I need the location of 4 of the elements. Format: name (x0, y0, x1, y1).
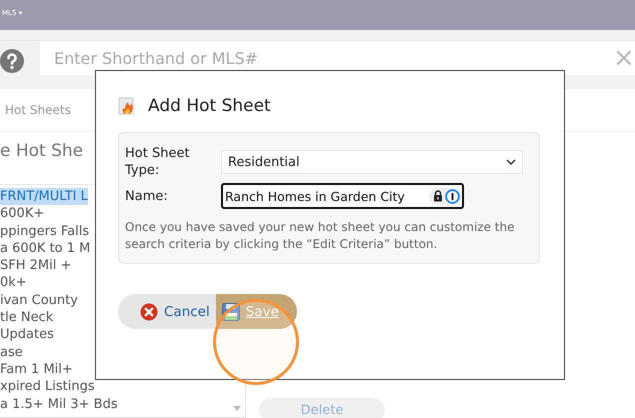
field-label: Name: (125, 188, 169, 204)
dialog-title: Add Hot Sheet (148, 96, 271, 116)
field-label: Hot Sheet Type: (125, 145, 191, 179)
page-heading: e Hot She (0, 140, 84, 163)
